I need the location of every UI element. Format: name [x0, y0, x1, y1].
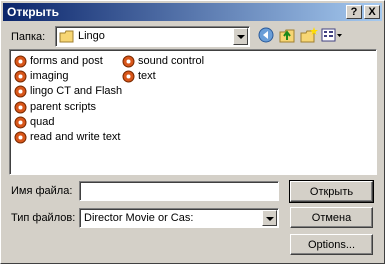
- list-item-label: forms and post: [30, 55, 103, 67]
- open-button[interactable]: Открыть: [289, 180, 374, 203]
- back-icon[interactable]: [257, 27, 275, 43]
- view-menu-icon[interactable]: [321, 27, 343, 43]
- list-item-label: read and write text: [30, 131, 121, 143]
- dialog-title: Открыть: [7, 5, 60, 19]
- director-file-icon: [14, 55, 27, 68]
- list-item-label: quad: [30, 116, 55, 128]
- list-item-label: parent scripts: [30, 101, 97, 113]
- open-dialog: Открыть ? X Папка: Lingo forms and post …: [0, 0, 385, 264]
- cancel-button-label: Отмена: [311, 212, 352, 224]
- director-file-icon: [14, 85, 27, 98]
- director-file-icon: [122, 70, 135, 83]
- lookin-value: Lingo: [78, 30, 105, 42]
- folder-icon: [59, 30, 74, 43]
- director-file-icon: [14, 116, 27, 129]
- file-list[interactable]: forms and post imaging lingo CT and Flas…: [9, 49, 377, 175]
- director-file-icon: [14, 70, 27, 83]
- options-button-label: Options...: [307, 239, 356, 251]
- filetype-label: Тип файлов:: [11, 212, 76, 224]
- chevron-down-icon[interactable]: [262, 210, 277, 226]
- director-file-icon: [122, 55, 135, 68]
- list-item-label: sound control: [138, 55, 205, 67]
- filename-label: Имя файла:: [11, 185, 73, 197]
- list-item-label: lingo CT and Flash: [30, 85, 123, 97]
- new-folder-icon[interactable]: [300, 27, 318, 43]
- up-folder-icon[interactable]: [279, 27, 297, 43]
- filename-input[interactable]: [79, 181, 279, 201]
- lookin-label: Папка:: [11, 31, 46, 43]
- cancel-button[interactable]: Отмена: [290, 207, 373, 228]
- lookin-combo[interactable]: Lingo: [55, 26, 250, 47]
- filetype-value: Director Movie or Cas:: [84, 212, 194, 224]
- list-item-label: text: [138, 70, 156, 82]
- close-button[interactable]: X: [364, 5, 380, 19]
- chevron-down-icon[interactable]: [233, 28, 248, 45]
- filetype-combo[interactable]: Director Movie or Cas:: [79, 208, 279, 228]
- director-file-icon: [14, 101, 27, 114]
- help-button[interactable]: ?: [346, 5, 362, 19]
- options-button[interactable]: Options...: [290, 234, 373, 255]
- title-bar[interactable]: Открыть ? X: [3, 3, 382, 21]
- open-button-label: Открыть: [309, 186, 354, 198]
- list-item-label: imaging: [30, 70, 69, 82]
- director-file-icon: [14, 131, 27, 144]
